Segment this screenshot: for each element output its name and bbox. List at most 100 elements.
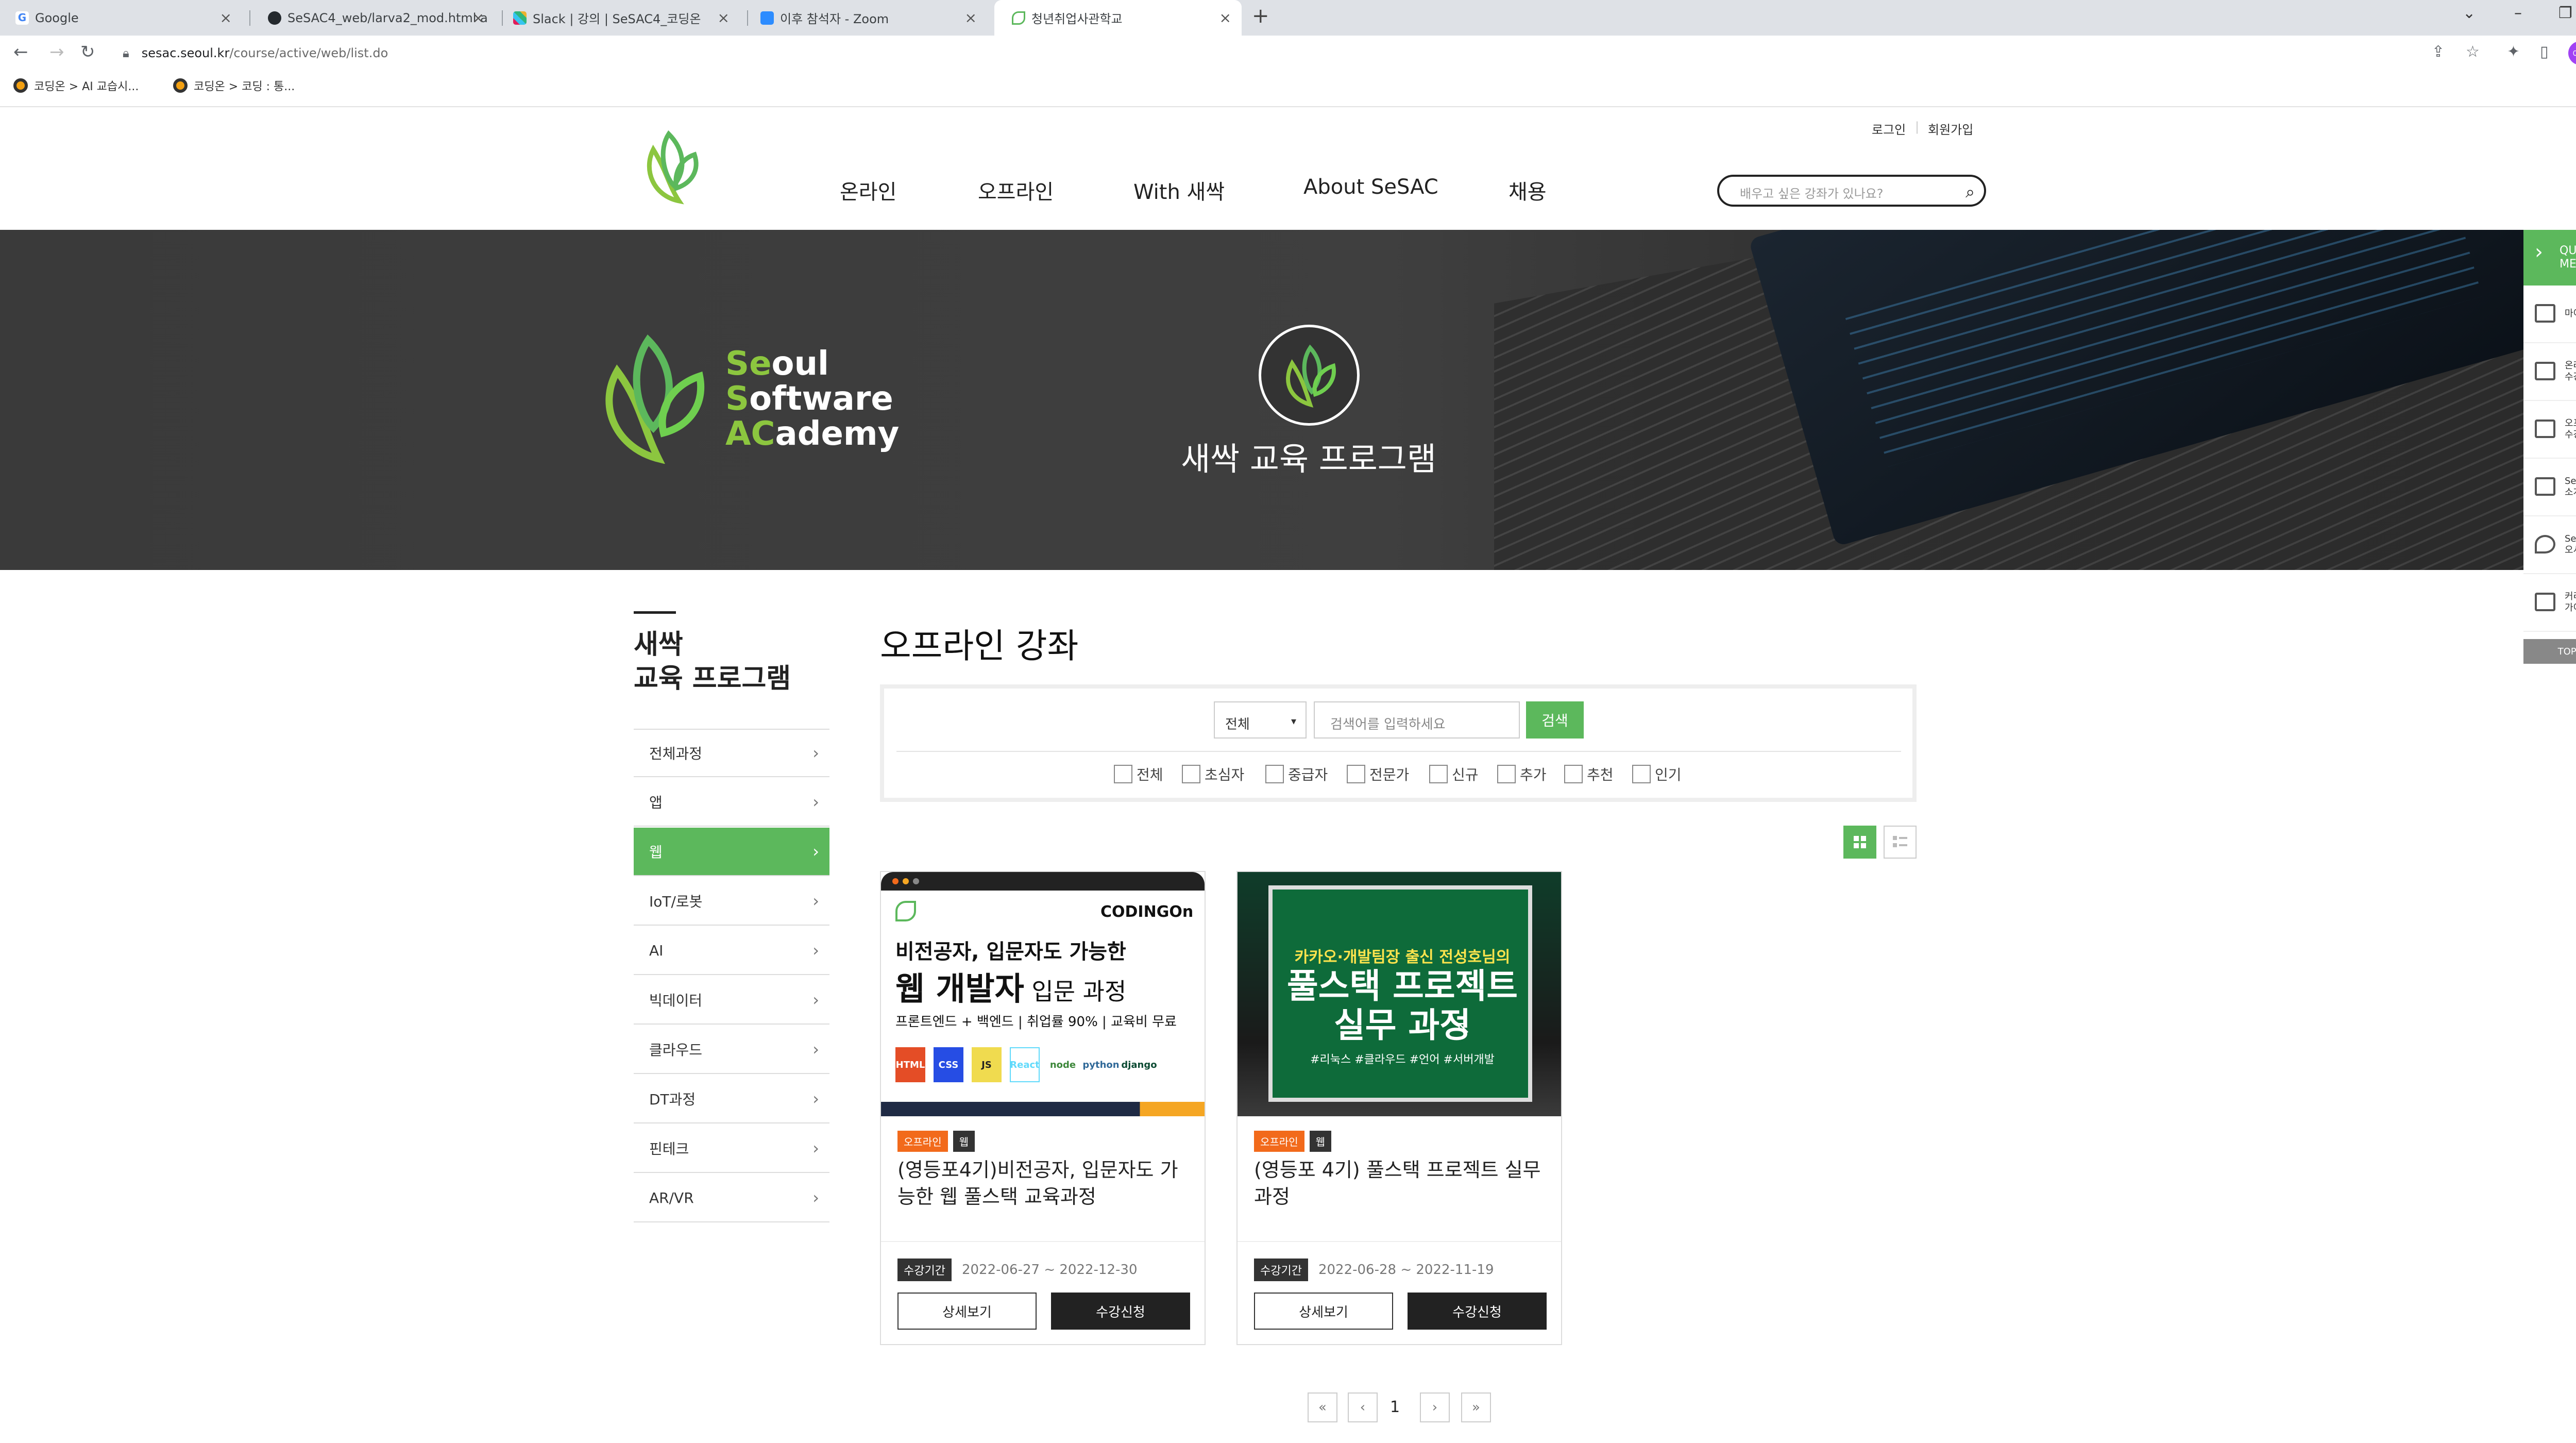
quick-offline-apply[interactable]: 오프라인수강신청 xyxy=(2523,401,2576,459)
checkbox[interactable] xyxy=(1497,765,1516,783)
apply-button[interactable]: 수강신청 xyxy=(1051,1293,1190,1330)
tab-search-icon[interactable]: ⌄ xyxy=(2463,4,2476,22)
pagination-prev[interactable]: ‹ xyxy=(1348,1392,1378,1422)
sidebar-item-bigdata[interactable]: 빅데이터 › xyxy=(634,976,829,1025)
sidebar-item-arvr[interactable]: AR/VR › xyxy=(634,1174,829,1222)
zoom-icon xyxy=(760,11,774,25)
pagination-last[interactable]: » xyxy=(1461,1392,1491,1422)
site-search-input[interactable]: 배우고 싶은 강좌가 있나요? ⌕ xyxy=(1717,175,1986,207)
checkbox[interactable] xyxy=(1114,765,1132,783)
sidebar-item-cloud[interactable]: 클라우드 › xyxy=(634,1026,829,1074)
bookmark-item[interactable]: 코딩온 > AI 교습시... xyxy=(13,77,139,94)
sidebar-item-dt[interactable]: DT과정 › xyxy=(634,1075,829,1123)
thumb-line1: 비전공자, 입문자도 가능한 xyxy=(895,940,1126,964)
tab-separator xyxy=(502,10,503,26)
tab-separator xyxy=(249,10,250,26)
pagination-current[interactable]: 1 xyxy=(1390,1392,1400,1422)
chevron-right-icon: › xyxy=(812,792,819,812)
checkbox-label: 추천 xyxy=(1587,766,1614,783)
quick-sesac-intro[interactable]: SeSAC소개 xyxy=(2523,459,2576,516)
course-title[interactable]: (영등포4기)비전공자, 입문자도 가능한 웹 풀스택 교육과정 xyxy=(897,1156,1191,1210)
quick-online-apply[interactable]: 온라인수강신청 xyxy=(2523,343,2576,401)
quick-sesac-location[interactable]: SeSAC오시는길 xyxy=(2523,516,2576,574)
category-select[interactable]: 전체 ▾ xyxy=(1214,701,1307,739)
nav-offline[interactable]: 오프라인 xyxy=(978,175,1054,205)
sidebar-item-iot[interactable]: IoT/로봇 › xyxy=(634,877,829,926)
filter-checkbox-new[interactable]: 신규 xyxy=(1429,764,1479,784)
sidebar-item-fintech[interactable]: 핀테크 › xyxy=(634,1125,829,1173)
checkbox[interactable] xyxy=(1632,765,1651,783)
close-icon[interactable]: × xyxy=(220,9,232,26)
sesac-leaf-icon xyxy=(895,901,916,921)
detail-button[interactable]: 상세보기 xyxy=(897,1293,1037,1330)
checkbox[interactable] xyxy=(1347,765,1365,783)
browser-tab-github[interactable]: SeSAC4_web/larva2_mod.html a × xyxy=(268,0,495,36)
nav-with-sesac[interactable]: With 새싹 xyxy=(1133,175,1225,205)
sidebar-item-web[interactable]: 웹 › xyxy=(634,828,829,876)
search-icon[interactable]: ⌕ xyxy=(1965,182,1975,202)
quick-menu-toggle[interactable]: › QUICKMENU xyxy=(2523,230,2576,286)
close-icon[interactable]: × xyxy=(718,9,730,26)
signup-link[interactable]: 회원가입 xyxy=(1928,120,1973,138)
filter-checkbox-popular[interactable]: 인기 xyxy=(1632,764,1682,784)
badge-offline: 오프라인 xyxy=(897,1131,948,1152)
browser-tab-slack[interactable]: Slack | 강의 | SeSAC4_코딩온 × xyxy=(513,0,740,36)
nav-about-sesac[interactable]: About SeSAC xyxy=(1303,175,1438,199)
quick-curriculum-guide[interactable]: 커리큘럼가이드북 xyxy=(2523,574,2576,632)
course-card[interactable]: CODINGOn 비전공자, 입문자도 가능한 웹 개발자 입문 과정 프론트엔… xyxy=(880,871,1206,1345)
restore-icon[interactable]: ❐ xyxy=(2558,4,2572,22)
filter-checkbox-all[interactable]: 전체 xyxy=(1114,764,1163,784)
sidebar-item-app[interactable]: 앱 › xyxy=(634,778,829,827)
filter-checkbox-added[interactable]: 추가 xyxy=(1497,764,1547,784)
checkbox-label: 중급자 xyxy=(1288,766,1328,783)
new-tab-button[interactable]: + xyxy=(1252,4,1269,28)
nav-online[interactable]: 온라인 xyxy=(840,175,896,205)
checkbox[interactable] xyxy=(1564,765,1583,783)
card-divider xyxy=(1238,1241,1561,1242)
sidebar-item-ai[interactable]: AI › xyxy=(634,927,829,975)
back-icon[interactable]: ← xyxy=(13,42,28,62)
scroll-top-button[interactable]: TOP ⌃ xyxy=(2523,639,2576,664)
apply-button[interactable]: 수강신청 xyxy=(1408,1293,1547,1330)
checkbox[interactable] xyxy=(1429,765,1448,783)
login-link[interactable]: 로그인 xyxy=(1872,120,1906,138)
course-card[interactable]: 카카오·개발팀장 출신 전성호님의 풀스택 프로젝트 실무 과정 #리눅스 #클라… xyxy=(1236,871,1562,1345)
reload-icon[interactable]: ↻ xyxy=(80,42,95,62)
close-icon[interactable]: × xyxy=(1219,9,1231,26)
extensions-icon[interactable]: ✦ xyxy=(2507,43,2520,61)
sidebar-item-all[interactable]: 전체과정 › xyxy=(634,729,829,777)
keyword-input[interactable]: 검색어를 입력하세요 xyxy=(1314,701,1520,739)
course-title[interactable]: (영등포 4기) 풀스택 프로젝트 실무 과정 xyxy=(1254,1156,1548,1210)
search-button[interactable]: 검색 xyxy=(1526,701,1584,739)
pagination-next[interactable]: › xyxy=(1420,1392,1450,1422)
browser-tab-zoom[interactable]: 이후 참석자 - Zoom × xyxy=(760,0,987,36)
filter-checkbox-recommended[interactable]: 추천 xyxy=(1564,764,1614,784)
close-icon[interactable]: × xyxy=(472,9,484,26)
quick-mypage[interactable]: 마이페이지 xyxy=(2523,286,2576,343)
filter-checkbox-intermediate[interactable]: 중급자 xyxy=(1265,764,1328,784)
list-view-toggle[interactable] xyxy=(1884,826,1917,859)
share-icon[interactable]: ⇪ xyxy=(2432,43,2445,61)
browser-tab-google[interactable]: G Google × xyxy=(15,0,242,36)
course-thumbnail[interactable]: CODINGOn 비전공자, 입문자도 가능한 웹 개발자 입문 과정 프론트엔… xyxy=(881,872,1205,1116)
side-panel-icon[interactable]: ▯ xyxy=(2540,43,2549,61)
filter-checkbox-beginner[interactable]: 초심자 xyxy=(1182,764,1244,784)
bookmark-item[interactable]: 코딩온 > 코딩 : 통... xyxy=(173,77,295,94)
close-icon[interactable]: × xyxy=(965,9,977,26)
grid-view-toggle[interactable] xyxy=(1843,826,1876,859)
thumb-line2-rest: 입문 과정 xyxy=(1024,978,1127,1005)
pagination-first[interactable]: « xyxy=(1308,1392,1337,1422)
bookmark-star-icon[interactable]: ☆ xyxy=(2466,43,2480,61)
checkbox[interactable] xyxy=(1182,765,1200,783)
detail-button[interactable]: 상세보기 xyxy=(1254,1293,1393,1330)
forward-icon[interactable]: → xyxy=(49,42,64,62)
minimize-icon[interactable]: – xyxy=(2514,4,2522,22)
chevron-right-icon: › xyxy=(812,1039,819,1059)
nav-jobs[interactable]: 채용 xyxy=(1509,175,1547,205)
course-thumbnail[interactable]: 카카오·개발팀장 출신 전성호님의 풀스택 프로젝트 실무 과정 #리눅스 #클라… xyxy=(1238,872,1561,1116)
address-bar[interactable]: 🔒︎ sesac.seoul.kr /course/active/web/lis… xyxy=(123,42,2415,64)
browser-tab-sesac[interactable]: 청년취업사관학교 × xyxy=(994,0,1242,36)
site-logo[interactable] xyxy=(638,129,710,208)
checkbox[interactable] xyxy=(1265,765,1284,783)
filter-checkbox-expert[interactable]: 전문가 xyxy=(1347,764,1409,784)
